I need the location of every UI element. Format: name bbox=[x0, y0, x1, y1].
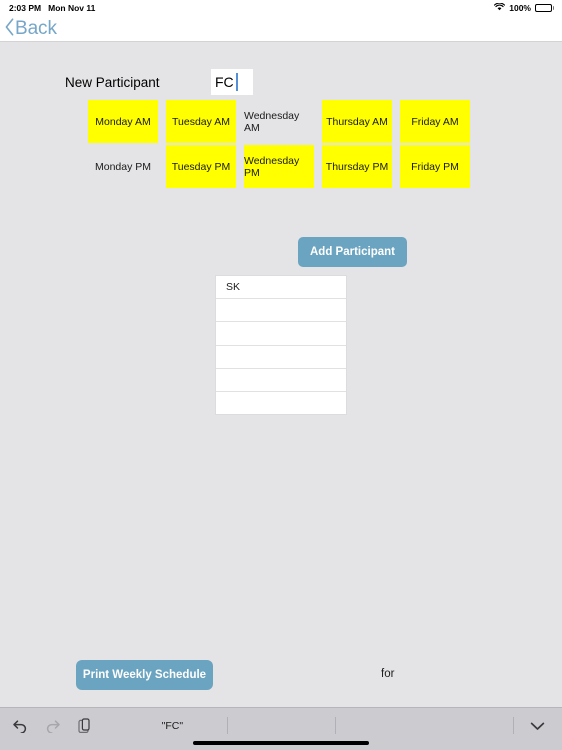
accessory-icon-group bbox=[11, 717, 94, 734]
day-toggle-tuesday-am[interactable]: Tuesday AM bbox=[166, 100, 236, 143]
prediction-item-3[interactable] bbox=[335, 716, 444, 735]
battery-percent-label: 100% bbox=[509, 3, 531, 13]
chevron-left-icon bbox=[5, 17, 14, 40]
status-bar-left: 2:03 PM Mon Nov 11 bbox=[0, 3, 95, 13]
day-toggle-friday-pm[interactable]: Friday PM bbox=[400, 145, 470, 188]
new-participant-input-wrap bbox=[211, 69, 253, 95]
print-weekly-schedule-button[interactable]: Print Weekly Schedule bbox=[76, 660, 213, 690]
for-label: for bbox=[381, 668, 395, 680]
table-row[interactable] bbox=[216, 392, 346, 414]
day-toggle-wednesday-pm[interactable]: Wednesday PM bbox=[244, 145, 314, 188]
prediction-item-2[interactable] bbox=[226, 716, 336, 735]
add-participant-button[interactable]: Add Participant bbox=[298, 237, 407, 267]
chevron-down-icon[interactable] bbox=[527, 717, 547, 734]
day-toggle-thursday-pm[interactable]: Thursday PM bbox=[322, 145, 392, 188]
prediction-item-1[interactable]: "FC" bbox=[118, 716, 227, 735]
back-button-label: Back bbox=[15, 17, 57, 39]
day-toggle-wednesday-am[interactable]: Wednesday AM bbox=[244, 100, 314, 143]
keyboard-accessory-bar: "FC" bbox=[0, 707, 562, 750]
predictive-text-bar: "FC" bbox=[118, 716, 444, 735]
status-bar: 2:03 PM Mon Nov 11 100% bbox=[0, 0, 562, 16]
table-row[interactable]: SK bbox=[216, 276, 346, 300]
day-toggle-monday-pm[interactable]: Monday PM bbox=[88, 145, 158, 188]
back-button[interactable]: Back bbox=[0, 18, 57, 40]
table-row[interactable] bbox=[216, 346, 346, 369]
day-row-pm: Monday PM Tuesday PM Wednesday PM Thursd… bbox=[88, 145, 472, 188]
status-bar-right: 100% bbox=[494, 2, 562, 13]
day-toggle-friday-am[interactable]: Friday AM bbox=[400, 100, 470, 143]
status-time: 2:03 PM bbox=[9, 3, 42, 13]
new-participant-input[interactable] bbox=[211, 69, 253, 95]
day-toggle-tuesday-pm[interactable]: Tuesday PM bbox=[166, 145, 236, 188]
table-row[interactable] bbox=[216, 322, 346, 346]
home-indicator bbox=[193, 741, 369, 745]
text-caret bbox=[236, 73, 238, 91]
day-toggle-thursday-am[interactable]: Thursday AM bbox=[322, 100, 392, 143]
accessory-divider bbox=[513, 717, 514, 734]
clipboard-paste-icon[interactable] bbox=[77, 717, 94, 734]
new-participant-label: New Participant bbox=[65, 74, 160, 90]
main-content: New Participant Monday AM Tuesday AM Wed… bbox=[0, 43, 562, 707]
participant-list-table: SK bbox=[215, 275, 347, 415]
redo-arrow-icon[interactable] bbox=[44, 717, 61, 734]
day-selection-grid: Monday AM Tuesday AM Wednesday AM Thursd… bbox=[88, 100, 472, 190]
day-row-am: Monday AM Tuesday AM Wednesday AM Thursd… bbox=[88, 100, 472, 143]
table-row[interactable] bbox=[216, 299, 346, 323]
new-participant-row: New Participant bbox=[65, 69, 253, 95]
day-toggle-monday-am[interactable]: Monday AM bbox=[88, 100, 158, 143]
navigation-bar: Back bbox=[0, 16, 562, 42]
status-date: Mon Nov 11 bbox=[48, 3, 96, 13]
table-row[interactable] bbox=[216, 369, 346, 392]
undo-arrow-icon[interactable] bbox=[11, 717, 28, 734]
wifi-icon bbox=[494, 2, 506, 13]
battery-full-icon bbox=[535, 4, 554, 12]
